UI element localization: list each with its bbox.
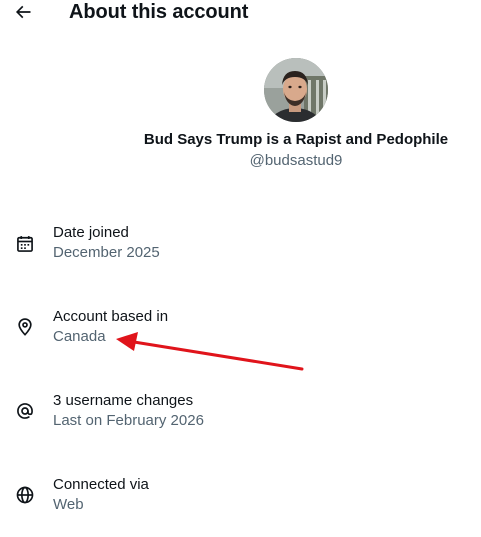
connected-via-value: Web xyxy=(53,496,84,513)
info-row-username-changes: 3 username changes Last on February 2026 xyxy=(0,391,481,435)
date-joined-label: Date joined xyxy=(53,224,129,241)
globe-icon xyxy=(13,483,37,507)
username-changes-value: Last on February 2026 xyxy=(53,412,204,429)
page-header: About this account xyxy=(0,0,481,28)
annotation-arrow xyxy=(116,332,304,371)
info-row-date-joined: Date joined December 2025 xyxy=(0,223,481,267)
location-pin-icon xyxy=(13,315,37,339)
account-based-in-value: Canada xyxy=(53,328,106,345)
avatar-photo xyxy=(264,58,328,122)
account-based-in-label: Account based in xyxy=(53,308,169,325)
back-button[interactable] xyxy=(10,0,36,24)
display-name: Bud Says Trump is a Rapist and Pedophile xyxy=(143,131,449,148)
page-title: About this account xyxy=(69,1,249,23)
avatar[interactable] xyxy=(264,58,328,122)
info-row-connected-via: Connected via Web xyxy=(0,475,481,519)
arrow-left-icon xyxy=(15,5,31,19)
date-joined-value: December 2025 xyxy=(53,244,160,261)
info-row-account-based-in: Account based in Canada xyxy=(0,307,481,351)
connected-via-label: Connected via xyxy=(53,476,149,493)
calendar-icon xyxy=(13,232,37,256)
at-sign-icon xyxy=(13,399,37,423)
username-changes-label: 3 username changes xyxy=(53,392,194,409)
profile-handle: @budsastud9 xyxy=(249,152,343,169)
